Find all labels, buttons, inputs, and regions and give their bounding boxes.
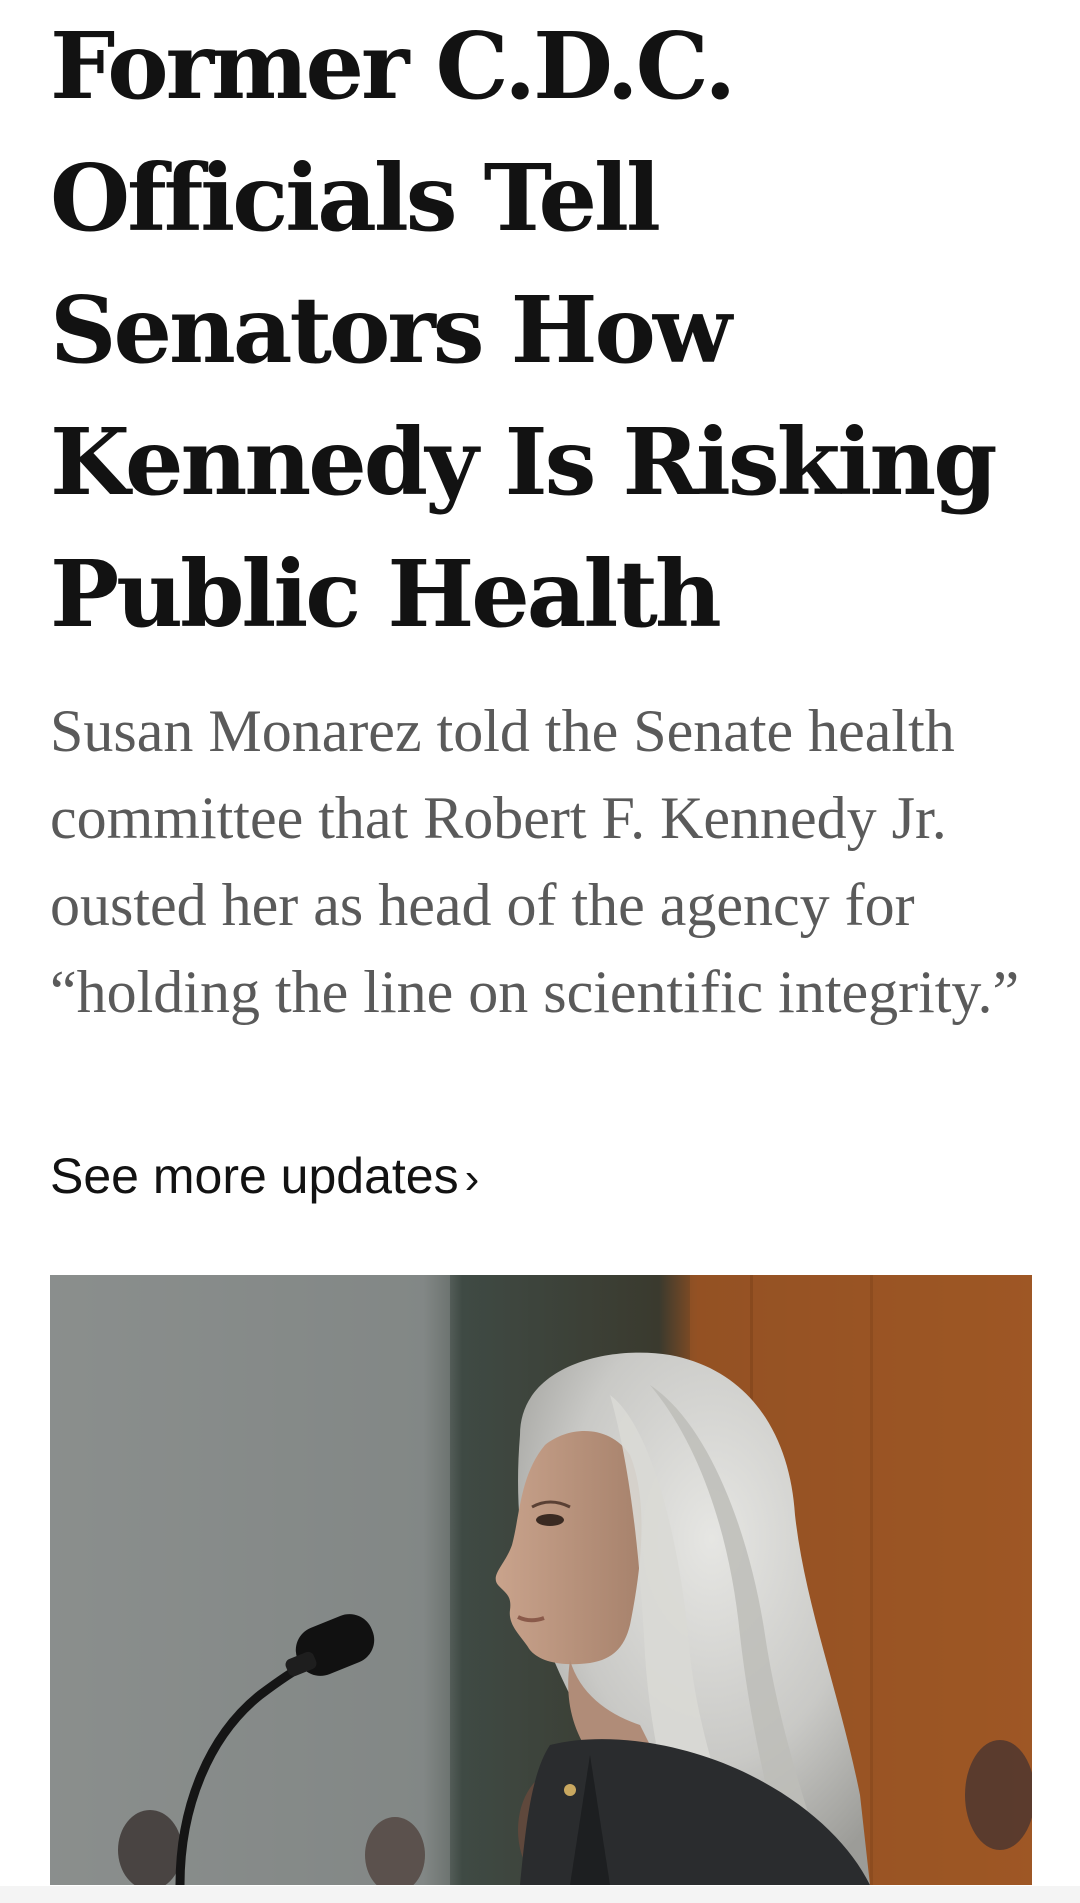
article-summary: Susan Monarez told the Senate health com… bbox=[50, 698, 1020, 1025]
headline-line: Public Health bbox=[50, 540, 722, 648]
article-page: Former C.D.C. Officials Tell Senators Ho… bbox=[0, 0, 1080, 1903]
headline-line: Senators How bbox=[50, 276, 732, 384]
hearing-photo-illustration bbox=[50, 1275, 1032, 1885]
see-more-updates-label: See more updates bbox=[50, 1148, 459, 1204]
bottom-divider bbox=[0, 1886, 1080, 1903]
headline-line: Former C.D.C. bbox=[50, 12, 736, 120]
chevron-right-icon: › bbox=[464, 1154, 480, 1203]
see-more-updates-link[interactable]: See more updates › bbox=[50, 1140, 479, 1215]
article-photo[interactable] bbox=[50, 1275, 1032, 1885]
headline-line: Officials Tell bbox=[50, 144, 661, 252]
headline[interactable]: Former C.D.C. Officials Tell Senators Ho… bbox=[50, 0, 1030, 660]
headline-line: Kennedy Is Risking bbox=[50, 408, 998, 516]
